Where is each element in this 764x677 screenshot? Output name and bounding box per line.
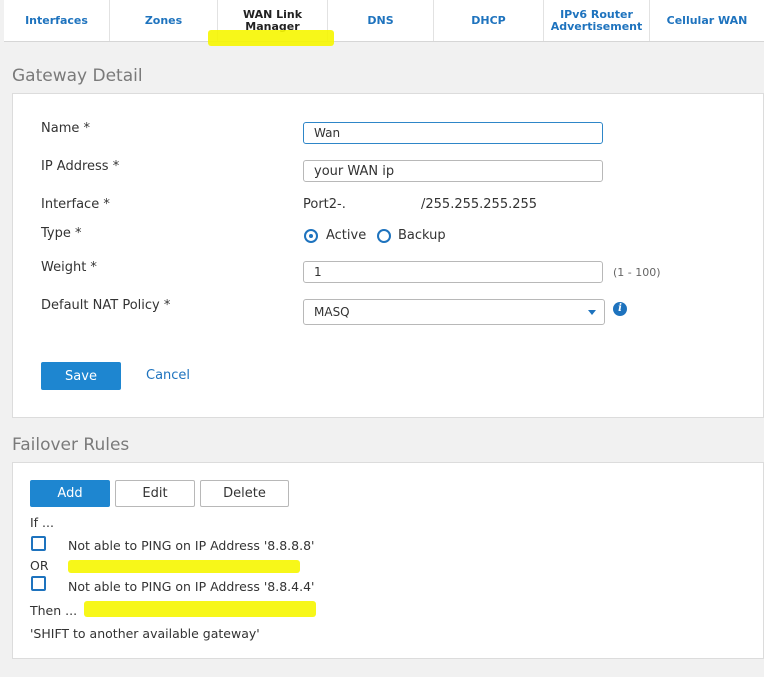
edit-button[interactable]: Edit xyxy=(115,480,195,507)
weight-range-hint: (1 - 100) xyxy=(613,266,661,279)
weight-input[interactable] xyxy=(303,261,603,283)
type-active-label[interactable]: Active xyxy=(326,228,366,243)
name-input[interactable] xyxy=(303,122,603,144)
rule2-checkbox[interactable] xyxy=(31,576,46,591)
interface-value-suffix: /255.255.255.255 xyxy=(421,197,538,212)
nat-policy-select[interactable]: MASQ xyxy=(303,299,605,325)
rule1-checkbox[interactable] xyxy=(31,536,46,551)
then-label: Then ... xyxy=(30,603,78,618)
interface-label: Interface * xyxy=(41,197,110,212)
tab-zones[interactable]: Zones xyxy=(110,0,218,41)
type-backup-label[interactable]: Backup xyxy=(398,228,446,243)
tab-label: IPv6 Router Advertisement xyxy=(550,7,643,33)
nat-policy-value: MASQ xyxy=(314,305,350,319)
nat-policy-label: Default NAT Policy * xyxy=(41,298,171,313)
interface-value-prefix: Port2-. xyxy=(303,197,346,212)
rule1-text: Not able to PING on IP Address '8.8.8.8' xyxy=(68,538,315,553)
tab-cellular-wan[interactable]: Cellular WAN xyxy=(650,0,764,41)
tab-label: Cellular WAN xyxy=(666,13,748,27)
info-icon[interactable]: i xyxy=(613,302,627,316)
tab-label: Zones xyxy=(144,13,183,27)
failover-rules-title: Failover Rules xyxy=(12,435,130,455)
tab-dhcp[interactable]: DHCP xyxy=(434,0,544,41)
highlight-mark xyxy=(68,560,300,573)
highlight-mark xyxy=(84,601,316,617)
type-active-radio[interactable] xyxy=(304,229,318,243)
rule2-text: Not able to PING on IP Address '8.8.4.4' xyxy=(68,579,315,594)
tab-interfaces[interactable]: Interfaces xyxy=(4,0,110,41)
cancel-button[interactable]: Cancel xyxy=(146,368,190,383)
tab-dns[interactable]: DNS xyxy=(328,0,434,41)
ip-address-label: IP Address * xyxy=(41,159,120,174)
highlight-mark xyxy=(208,30,334,46)
name-label: Name * xyxy=(41,121,90,136)
chevron-down-icon xyxy=(588,310,596,315)
tab-label: WAN Link Manager xyxy=(242,7,303,33)
tab-label: DNS xyxy=(367,13,394,27)
add-button[interactable]: Add xyxy=(30,480,110,507)
gateway-detail-title: Gateway Detail xyxy=(12,66,143,86)
save-button[interactable]: Save xyxy=(41,362,121,390)
or-label: OR xyxy=(30,558,49,573)
tab-label: Interfaces xyxy=(25,13,88,27)
if-label: If ... xyxy=(30,515,54,530)
type-backup-radio[interactable] xyxy=(377,229,391,243)
then-action-text: 'SHIFT to another available gateway' xyxy=(30,626,260,641)
weight-label: Weight * xyxy=(41,260,97,275)
tab-label: DHCP xyxy=(471,13,506,27)
delete-button[interactable]: Delete xyxy=(200,480,289,507)
tab-ipv6-router-advertisement[interactable]: IPv6 Router Advertisement xyxy=(544,0,650,41)
ip-address-input[interactable] xyxy=(303,160,603,182)
type-label: Type * xyxy=(41,226,82,241)
tab-bar: Interfaces Zones WAN Link Manager DNS DH… xyxy=(4,0,764,42)
